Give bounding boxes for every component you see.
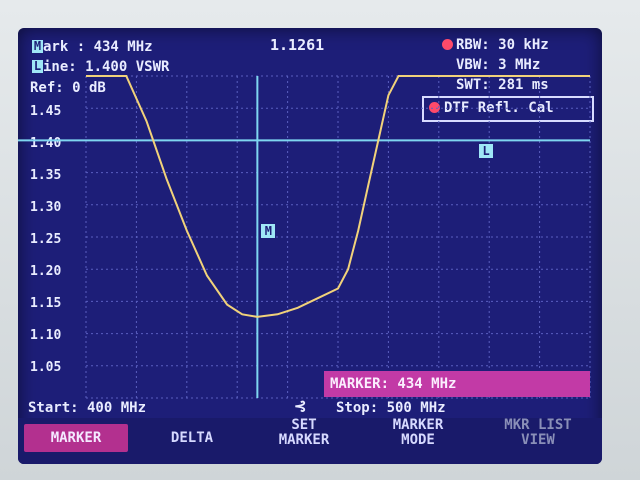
softkey-bar: MARKER DELTA SET MARKER MARKER MODE MKR …	[18, 417, 602, 464]
softkey-marker-list-view: MKR LIST VIEW	[504, 417, 572, 449]
marker-frequency-text: MARKER: 434 MHz	[330, 376, 457, 392]
softkey-set-marker[interactable]: SET MARKER	[254, 417, 354, 458]
softkey-delta[interactable]: DELTA	[140, 424, 244, 452]
limit-line-flag[interactable]: L	[479, 144, 494, 159]
sweep-direction-icon: ⊰	[294, 397, 307, 415]
analyzer-screen: M ark : 434 MHz L ine: 1.400 VSWR Ref: 0…	[18, 28, 602, 464]
marker-flag[interactable]: M	[261, 223, 276, 238]
plot-grid	[85, 75, 591, 399]
softkey-marker-mode[interactable]: MARKER MODE	[368, 417, 468, 458]
vswr-plot	[18, 75, 591, 399]
softkey-marker[interactable]: MARKER	[24, 424, 128, 452]
stop-frequency: Stop: 500 MHz	[336, 400, 446, 416]
start-frequency: Start: 400 MHz	[28, 400, 147, 416]
